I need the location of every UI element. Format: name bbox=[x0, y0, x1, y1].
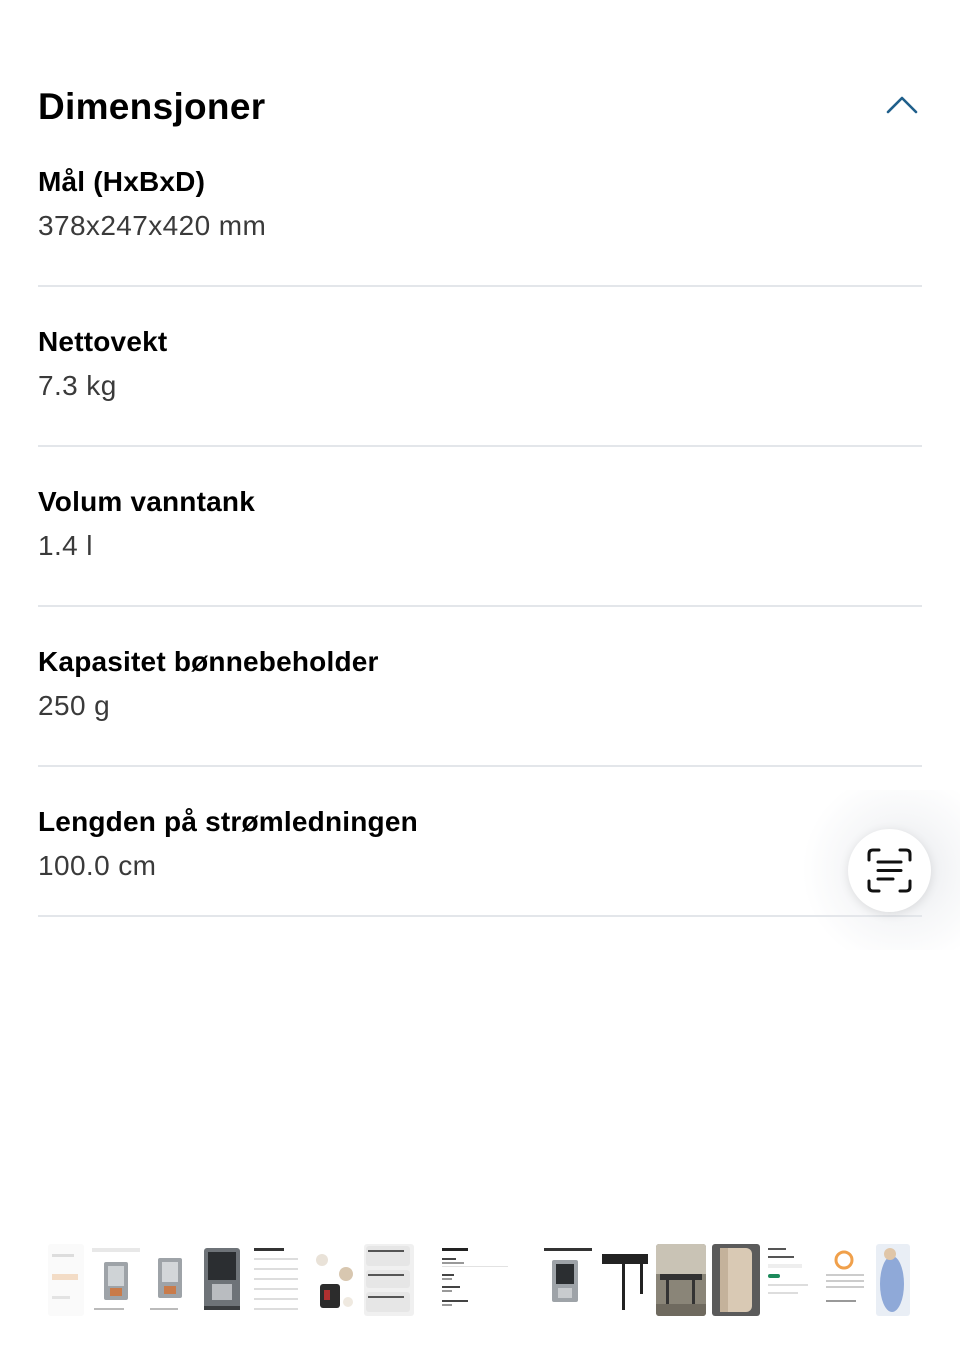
divider bbox=[38, 285, 922, 287]
section-title: Dimensjoner bbox=[38, 86, 266, 127]
divider bbox=[38, 605, 922, 607]
spec-row-dimensions: Mål (HxBxD) 378x247x420 mm bbox=[38, 166, 922, 326]
thumbnail[interactable] bbox=[48, 1244, 84, 1316]
spec-label: Mål (HxBxD) bbox=[38, 166, 206, 197]
spec-value: 1.4 l bbox=[38, 530, 93, 561]
thumbnail[interactable] bbox=[656, 1244, 706, 1316]
thumbnail[interactable] bbox=[310, 1244, 358, 1316]
section-header[interactable]: Dimensjoner bbox=[38, 82, 922, 134]
spec-row-net-weight: Nettovekt 7.3 kg bbox=[38, 326, 922, 486]
spec-label: Lengden på strømledningen bbox=[38, 806, 418, 837]
spec-value: 7.3 kg bbox=[38, 370, 117, 401]
spec-label: Kapasitet bønnebeholder bbox=[38, 646, 379, 677]
divider bbox=[38, 765, 922, 767]
thumbnail[interactable] bbox=[364, 1244, 414, 1316]
divider bbox=[38, 445, 922, 447]
thumbnail[interactable] bbox=[876, 1244, 910, 1316]
thumbnail[interactable] bbox=[438, 1244, 512, 1316]
thumbnail[interactable] bbox=[90, 1244, 142, 1316]
thumbnail[interactable] bbox=[820, 1244, 870, 1316]
spec-value: 378x247x420 mm bbox=[38, 210, 267, 241]
thumbnail[interactable] bbox=[148, 1244, 192, 1316]
thumbnail[interactable] bbox=[600, 1244, 650, 1316]
scan-text-icon bbox=[867, 848, 912, 893]
scan-text-button[interactable] bbox=[848, 829, 931, 912]
spec-row-bean-container: Kapasitet bønnebeholder 250 g bbox=[38, 646, 922, 806]
thumbnail[interactable] bbox=[712, 1244, 760, 1316]
thumbnail[interactable] bbox=[544, 1244, 596, 1316]
chevron-up-icon[interactable] bbox=[884, 88, 920, 124]
screenshot-thumbnail-strip[interactable] bbox=[48, 1240, 914, 1318]
spec-row-water-tank: Volum vanntank 1.4 l bbox=[38, 486, 922, 646]
thumbnail[interactable] bbox=[252, 1244, 304, 1316]
spec-label: Volum vanntank bbox=[38, 486, 255, 517]
spec-value: 250 g bbox=[38, 690, 111, 721]
thumbnail[interactable] bbox=[766, 1244, 816, 1316]
spec-value: 100.0 cm bbox=[38, 850, 157, 881]
thumbnail[interactable] bbox=[198, 1244, 246, 1316]
spec-label: Nettovekt bbox=[38, 326, 168, 357]
